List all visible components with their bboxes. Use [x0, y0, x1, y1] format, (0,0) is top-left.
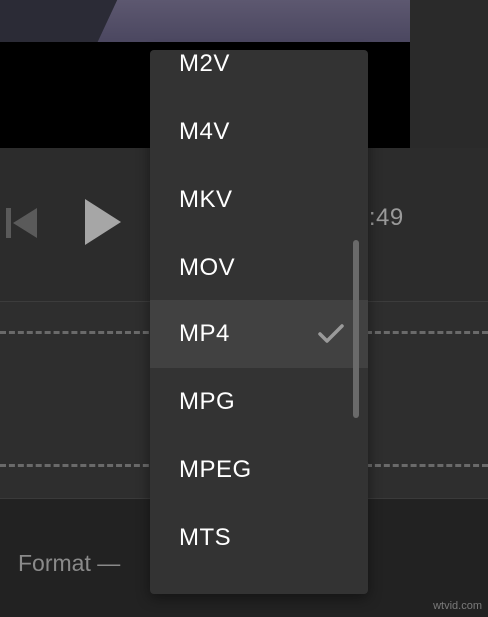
- watermark: wtvid.com: [433, 600, 482, 612]
- option-label: MPG: [179, 388, 236, 415]
- video-frame-shape: [0, 0, 121, 42]
- right-panel: [410, 0, 488, 148]
- option-label: M4V: [179, 118, 230, 145]
- option-label: MKV: [179, 186, 233, 213]
- checkmark-icon: [318, 324, 344, 343]
- format-option-m4v[interactable]: M4V: [150, 98, 368, 166]
- format-option-mp4[interactable]: MP4: [150, 300, 368, 368]
- option-label: MP4: [179, 320, 230, 347]
- option-label: MPEG: [179, 456, 252, 483]
- format-option-mpg[interactable]: MPG: [150, 368, 368, 436]
- option-label: MOV: [179, 254, 236, 281]
- format-option-mov[interactable]: MOV: [150, 234, 368, 302]
- video-frame: [0, 0, 410, 42]
- dropdown-scrollbar[interactable]: [353, 240, 359, 418]
- format-option-mts[interactable]: MTS: [150, 504, 368, 572]
- skip-back-button[interactable]: [6, 206, 38, 240]
- format-option-mpeg[interactable]: MPEG: [150, 436, 368, 504]
- format-label: Format —: [18, 550, 121, 576]
- skip-back-icon: [6, 208, 37, 238]
- format-option-m2v[interactable]: M2V: [150, 50, 368, 98]
- format-dropdown[interactable]: M2V M4V MKV MOV MP4 MPG MPEG MTS: [150, 50, 368, 594]
- option-label: M2V: [179, 50, 230, 77]
- play-icon: [85, 199, 121, 245]
- option-label: MTS: [179, 524, 232, 551]
- play-button[interactable]: [84, 198, 122, 246]
- format-option-mkv[interactable]: MKV: [150, 166, 368, 234]
